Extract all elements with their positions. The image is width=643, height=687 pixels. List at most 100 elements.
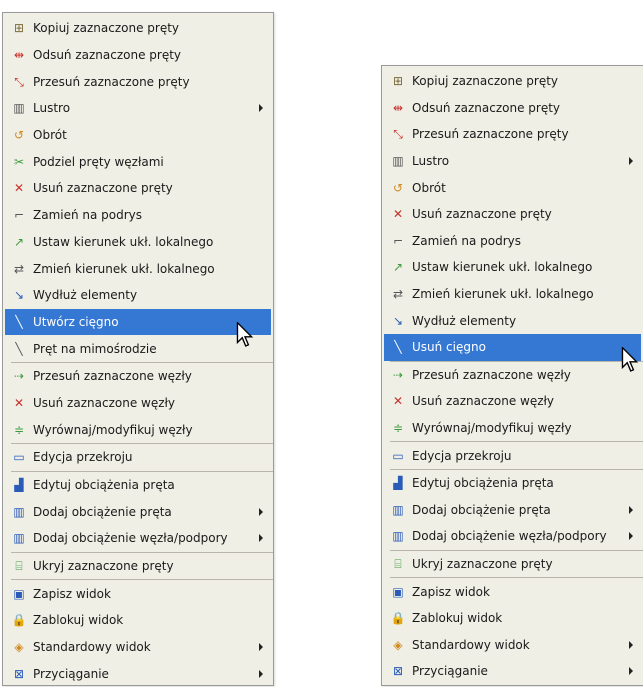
menu-item-usun-zaznaczone-wezly[interactable]: ✕Usuń zaznaczone węzły bbox=[5, 390, 271, 417]
menu-item-label: Edytuj obciążenia pręta bbox=[33, 478, 271, 492]
menu-item-label: Podziel pręty węzłami bbox=[33, 155, 271, 169]
menu-item-ustaw-kierunek-ukl-lokalnego[interactable]: ↗Ustaw kierunek ukł. lokalnego bbox=[384, 254, 641, 281]
menu-item-pret-na-mimosrodzie[interactable]: ╲Pręt na mimośrodzie bbox=[5, 335, 271, 362]
eccentric-bar-icon: ╲ bbox=[11, 341, 27, 357]
menu-item-wydluz-elementy[interactable]: ↘Wydłuż elementy bbox=[384, 307, 641, 334]
menu-item-label: Zablokuj widok bbox=[33, 613, 271, 627]
menu-item-usun-zaznaczone-prety[interactable]: ✕ Usuń zaznaczone pręty bbox=[384, 201, 641, 228]
menu-item-przesun-zaznaczone-wezly[interactable]: ⇢Przesuń zaznaczone węzły bbox=[384, 362, 641, 389]
menu-item-label: Obrót bbox=[412, 181, 641, 195]
menu-item-label: Przesuń zaznaczone węzły bbox=[33, 369, 271, 383]
add-node-load-icon: ▥ bbox=[390, 528, 406, 544]
edit-bar-loads-icon: ▟ bbox=[11, 477, 27, 493]
menu-item-label: Wyrównaj/modyfikuj węzły bbox=[412, 421, 641, 435]
menu-item-edycja-przekroju[interactable]: ▭Edycja przekroju bbox=[5, 444, 271, 471]
menu-item-utworz-ciegno[interactable]: ╲Utwórz cięgno bbox=[5, 309, 271, 336]
menu-item-label: Przesuń zaznaczone pręty bbox=[33, 75, 271, 89]
menu-item-przyciaganie[interactable]: ⊠Przyciąganie bbox=[5, 661, 271, 687]
menu-item-zablokuj-widok[interactable]: 🔒Zablokuj widok bbox=[5, 607, 271, 634]
menu-item-ukryj-zaznaczone-prety[interactable]: ⌸Ukryj zaznaczone pręty bbox=[384, 551, 641, 578]
menu-item-label: Ukryj zaznaczone pręty bbox=[412, 557, 641, 571]
menu-item-zamien-na-podrys[interactable]: ⌐Zamień na podrys bbox=[384, 228, 641, 255]
menu-item-label: Wyrównaj/modyfikuj węzły bbox=[33, 423, 271, 437]
edit-bar-loads-icon: ▟ bbox=[390, 475, 406, 491]
standard-view-icon: ◈ bbox=[390, 637, 406, 653]
menu-item-odsun-zaznaczone-prety[interactable]: ⇹ Odsuń zaznaczone pręty bbox=[384, 95, 641, 122]
offset-bars-icon: ⇹ bbox=[390, 100, 406, 116]
align-nodes-icon: ≑ bbox=[390, 420, 406, 436]
divide-bars-icon: ✂ bbox=[11, 154, 27, 170]
menu-item-zamien-na-podrys[interactable]: ⌐Zamień na podrys bbox=[5, 202, 271, 229]
menu-item-ukryj-zaznaczone-prety[interactable]: ⌸Ukryj zaznaczone pręty bbox=[5, 553, 271, 580]
menu-item-obrot[interactable]: ↺Obrót bbox=[5, 122, 271, 149]
menu-item-zapisz-widok[interactable]: ▣Zapisz widok bbox=[5, 580, 271, 607]
move-nodes-icon: ⇢ bbox=[11, 368, 27, 384]
submenu-arrow-icon bbox=[629, 506, 633, 514]
lock-view-icon: 🔒 bbox=[390, 610, 406, 626]
add-node-load-icon: ▥ bbox=[11, 530, 27, 546]
menu-item-dodaj-obciazenie-preta[interactable]: ▥Dodaj obciążenie pręta bbox=[5, 498, 271, 525]
menu-item-usun-zaznaczone-prety[interactable]: ✕Usuń zaznaczone pręty bbox=[5, 175, 271, 202]
menu-item-wyrownaj-modyfikuj-wezly[interactable]: ≑ Wyrównaj/modyfikuj węzły bbox=[5, 416, 271, 443]
menu-item-lustro[interactable]: ▥Lustro bbox=[384, 148, 641, 175]
section-edit-icon: ▭ bbox=[390, 448, 406, 464]
menu-item-label: Edycja przekroju bbox=[33, 450, 271, 464]
extend-elements-icon: ↘ bbox=[390, 313, 406, 329]
menu-item-label: Przesuń zaznaczone pręty bbox=[412, 127, 641, 141]
menu-item-wydluz-elementy[interactable]: ↘Wydłuż elementy bbox=[5, 282, 271, 309]
menu-item-dodaj-obciazenie-wezla-podpory[interactable]: ▥Dodaj obciążenie węzła/podpory bbox=[5, 525, 271, 552]
menu-item-label: Usuń zaznaczone pręty bbox=[412, 207, 641, 221]
menu-item-lustro[interactable]: ▥Lustro bbox=[5, 95, 271, 122]
submenu-arrow-icon bbox=[629, 532, 633, 540]
menu-item-dodaj-obciazenie-preta[interactable]: ▥Dodaj obciążenie pręta bbox=[384, 497, 641, 524]
delete-nodes-icon: ✕ bbox=[390, 393, 406, 409]
add-bar-load-icon: ▥ bbox=[390, 502, 406, 518]
menu-item-label: Kopiuj zaznaczone pręty bbox=[412, 74, 641, 88]
menu-item-przesun-zaznaczone-wezly[interactable]: ⇢ Przesuń zaznaczone węzły bbox=[5, 363, 271, 390]
menu-item-label: Odsuń zaznaczone pręty bbox=[412, 101, 641, 115]
menu-item-label: Edytuj obciążenia pręta bbox=[412, 476, 641, 490]
menu-item-label: Zamień na podrys bbox=[412, 234, 641, 248]
menu-item-label: Ustaw kierunek ukł. lokalnego bbox=[33, 235, 271, 249]
menu-item-przesun-zaznaczone-prety[interactable]: ⤡Przesuń zaznaczone pręty bbox=[5, 68, 271, 95]
menu-item-zablokuj-widok[interactable]: 🔒Zablokuj widok bbox=[384, 605, 641, 632]
menu-item-label: Usuń zaznaczone pręty bbox=[33, 181, 271, 195]
menu-item-label: Usuń cięgno bbox=[412, 340, 641, 354]
menu-item-edytuj-obciazenia-preta[interactable]: ▟ Edytuj obciążenia pręta bbox=[5, 472, 271, 499]
set-local-axis-icon: ↗ bbox=[11, 234, 27, 250]
menu-item-label: Edycja przekroju bbox=[412, 449, 641, 463]
menu-item-zmien-kierunek-ukl-lokalnego[interactable]: ⇄ Zmień kierunek ukł. lokalnego bbox=[384, 281, 641, 308]
delete-bars-icon: ✕ bbox=[390, 206, 406, 222]
menu-item-label: Zmień kierunek ukł. lokalnego bbox=[412, 287, 641, 301]
menu-item-label: Dodaj obciążenie pręta bbox=[33, 505, 259, 519]
menu-item-przesun-zaznaczone-prety[interactable]: ⤡Przesuń zaznaczone pręty bbox=[384, 121, 641, 148]
set-local-axis-icon: ↗ bbox=[390, 259, 406, 275]
menu-item-obrot[interactable]: ↺Obrót bbox=[384, 174, 641, 201]
menu-item-ustaw-kierunek-ukl-lokalnego[interactable]: ↗ Ustaw kierunek ukł. lokalnego bbox=[5, 229, 271, 256]
menu-item-edycja-przekroju[interactable]: ▭ Edycja przekroju bbox=[384, 442, 641, 469]
menu-item-label: Obrót bbox=[33, 128, 271, 142]
menu-item-zmien-kierunek-ukl-lokalnego[interactable]: ⇄Zmień kierunek ukł. lokalnego bbox=[5, 255, 271, 282]
menu-item-odsun-zaznaczone-prety[interactable]: ⇹Odsuń zaznaczone pręty bbox=[5, 42, 271, 69]
change-local-axis-icon: ⇄ bbox=[11, 261, 27, 277]
menu-item-label: Usuń zaznaczone węzły bbox=[412, 394, 641, 408]
menu-item-usun-zaznaczone-wezly[interactable]: ✕ Usuń zaznaczone węzły bbox=[384, 388, 641, 415]
menu-item-kopiuj-zaznaczone-prety[interactable]: ⊞Kopiuj zaznaczone pręty bbox=[5, 15, 271, 42]
menu-item-edytuj-obciazenia-preta[interactable]: ▟ Edytuj obciążenia pręta bbox=[384, 470, 641, 497]
submenu-arrow-icon bbox=[259, 534, 263, 542]
menu-item-zapisz-widok[interactable]: ▣Zapisz widok bbox=[384, 578, 641, 605]
menu-item-standardowy-widok[interactable]: ◈Standardowy widok bbox=[384, 631, 641, 658]
menu-item-dodaj-obciazenie-wezla-podpory[interactable]: ▥Dodaj obciążenie węzła/podpory bbox=[384, 523, 641, 550]
mirror-icon: ▥ bbox=[390, 153, 406, 169]
menu-item-label: Standardowy widok bbox=[33, 640, 259, 654]
submenu-arrow-icon bbox=[259, 643, 263, 651]
menu-item-standardowy-widok[interactable]: ◈Standardowy widok bbox=[5, 634, 271, 661]
menu-item-usun-ciegno[interactable]: ╲Usuń cięgno bbox=[384, 334, 641, 361]
menu-item-podziel-prety-wezlami[interactable]: ✂ Podziel pręty węzłami bbox=[5, 148, 271, 175]
menu-item-label: Usuń zaznaczone węzły bbox=[33, 396, 271, 410]
menu-item-przyciaganie[interactable]: ⊠Przyciąganie bbox=[384, 658, 641, 685]
menu-item-wyrownaj-modyfikuj-wezly[interactable]: ≑ Wyrównaj/modyfikuj węzły bbox=[384, 415, 641, 442]
align-nodes-icon: ≑ bbox=[11, 422, 27, 438]
menu-item-kopiuj-zaznaczone-prety[interactable]: ⊞Kopiuj zaznaczone pręty bbox=[384, 68, 641, 95]
change-local-axis-icon: ⇄ bbox=[390, 286, 406, 302]
